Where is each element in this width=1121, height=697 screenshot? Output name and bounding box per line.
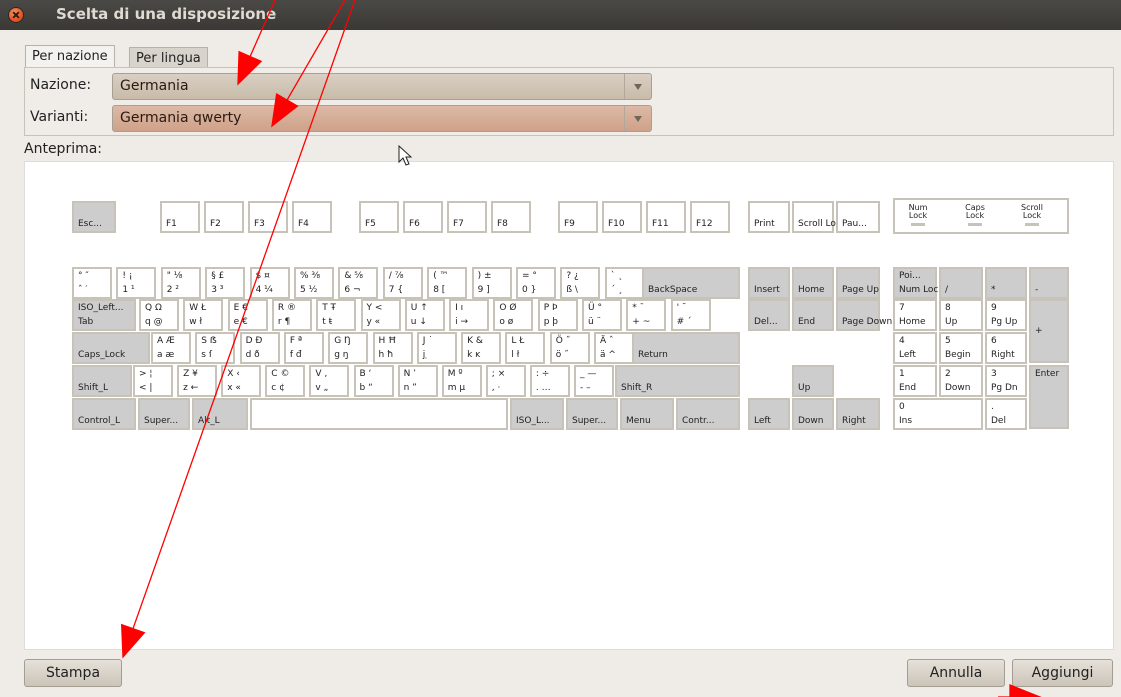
arrow-head-icon (1009, 684, 1042, 697)
mouse-cursor-icon (398, 144, 413, 166)
annotation-arrow-line (286, 0, 346, 101)
annotation-arrow-line (249, 0, 276, 57)
arrow-head-icon (237, 50, 263, 86)
arrow-head-icon (120, 623, 146, 659)
annotation-overlay (120, 0, 1042, 697)
arrow-head-icon (271, 92, 299, 128)
annotation-arrow-line (132, 0, 356, 629)
